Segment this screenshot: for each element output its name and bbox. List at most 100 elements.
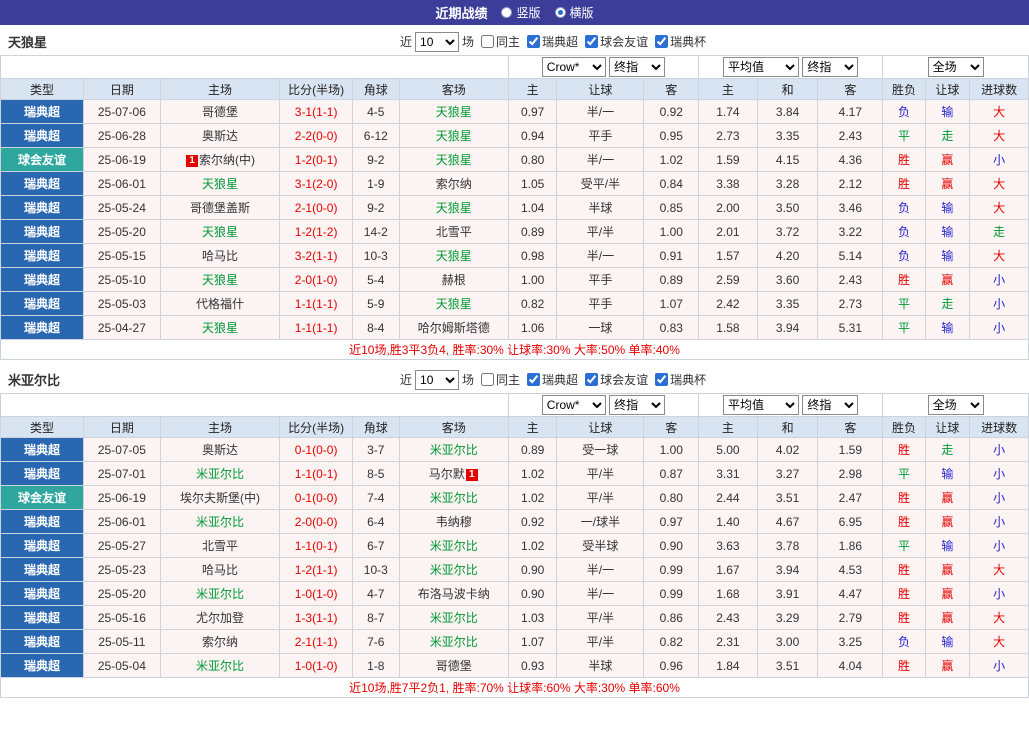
result-handicap: 赢 — [924, 557, 971, 582]
euro-home-odds: 5.00 — [698, 437, 758, 462]
result-outcome: 胜 — [882, 485, 926, 510]
radio-icon-horizontal[interactable] — [554, 7, 566, 18]
home-team: 1 索尔纳(中) — [159, 147, 281, 172]
same-venue-checkbox[interactable] — [481, 35, 495, 48]
checkbox-same-venue[interactable]: 同主 — [477, 371, 520, 388]
euro-stage-select[interactable]: 终指 — [802, 57, 859, 77]
result-outcome: 平 — [882, 123, 926, 148]
checkbox-club-friendly[interactable]: 球会友谊 — [581, 371, 648, 388]
club-friendly-checkbox[interactable] — [585, 35, 599, 48]
column-header: 日期 — [82, 78, 161, 100]
home-team: 米亚尔比 — [159, 509, 281, 534]
scope-select[interactable]: 全场 — [927, 395, 984, 415]
match-score: 1-1(1-1) — [279, 315, 354, 340]
column-header: 客场 — [398, 416, 509, 438]
euro-away-odds: 6.95 — [817, 509, 884, 534]
asia-away-odds: 0.95 — [643, 123, 700, 148]
euro-draw-odds: 4.20 — [756, 243, 819, 268]
checkbox-club-friendly[interactable]: 球会友谊 — [581, 33, 648, 50]
swedish-cup-checkbox[interactable] — [655, 373, 669, 386]
result-outcome: 负 — [882, 243, 926, 268]
checkbox-swedish-cup[interactable]: 瑞典杯 — [651, 371, 706, 388]
home-team: 米亚尔比 — [159, 581, 281, 606]
euro-away-odds: 2.73 — [817, 291, 884, 316]
column-header: 主场 — [159, 416, 281, 438]
bookmaker-select[interactable]: Crow* — [541, 57, 606, 77]
result-handicap: 输 — [924, 315, 971, 340]
checkbox-allsvenskan[interactable]: 瑞典超 — [523, 33, 578, 50]
result-goals: 小 — [969, 653, 1029, 678]
checkbox-allsvenskan[interactable]: 瑞典超 — [523, 371, 578, 388]
layout-option-vertical[interactable]: 竖版 — [501, 4, 541, 21]
team-name-text: 米亚尔比 — [196, 467, 245, 481]
euro-draw-odds: 3.60 — [756, 267, 819, 292]
away-team: 米亚尔比 — [398, 557, 509, 582]
asia-away-odds: 0.97 — [643, 509, 700, 534]
euro-away-odds: 3.22 — [817, 219, 884, 244]
match-row: 瑞典超 25-05-20 米亚尔比 1-0(1-0) 4-7 布洛马波卡纳 0.90 半/一 0… — [0, 581, 1029, 606]
layout-option-horizontal[interactable]: 横版 — [554, 4, 594, 21]
match-date: 25-06-01 — [82, 171, 161, 196]
asia-handicap: 半/一 — [556, 99, 645, 124]
column-header: 和 — [756, 416, 819, 438]
bookmaker-select[interactable]: Crow* — [541, 395, 606, 415]
match-count-select[interactable]: 10 — [415, 369, 460, 390]
euro-stage-select[interactable]: 终指 — [802, 395, 859, 415]
radio-icon-vertical[interactable] — [501, 7, 513, 18]
column-header: 让球 — [924, 78, 971, 100]
corner-count: 1-8 — [352, 653, 400, 678]
league-type: 瑞典超 — [0, 581, 84, 606]
team-name-text: 米亚尔比 — [429, 611, 478, 625]
euro-away-odds: 4.17 — [817, 99, 884, 124]
team-name-text: 天狼星 — [202, 177, 239, 191]
league-type: 瑞典超 — [0, 99, 84, 124]
checkbox-label: 瑞典超 — [542, 35, 579, 49]
euro-away-odds: 5.31 — [817, 315, 884, 340]
euro-draw-odds: 3.35 — [756, 123, 819, 148]
euro-odds-select[interactable]: 平均值 — [722, 395, 799, 415]
swedish-cup-checkbox[interactable] — [655, 35, 669, 48]
league-type: 瑞典超 — [0, 243, 84, 268]
asia-away-odds: 0.86 — [643, 605, 700, 630]
match-row: 球会友谊 25-06-19 1 索尔纳(中) 1-2(0-1) 9-2 天狼星 0.80 半/一… — [0, 147, 1029, 172]
checkbox-label: 同主 — [496, 373, 521, 387]
column-header-row: 类型 日期 主场 比分(半场) 角球 客场 主 让球 客 主 和 客 胜负 让球… — [0, 78, 1029, 100]
euro-away-odds: 2.43 — [817, 267, 884, 292]
result-outcome: 负 — [882, 219, 926, 244]
euro-away-odds: 2.47 — [817, 485, 884, 510]
same-venue-checkbox[interactable] — [481, 373, 495, 386]
euro-away-odds: 2.79 — [817, 605, 884, 630]
scope-select-cell: 全场 — [882, 55, 1029, 79]
match-score: 3-1(1-1) — [279, 99, 354, 124]
team-name: 米亚尔比 — [8, 373, 61, 388]
result-goals: 小 — [969, 315, 1029, 340]
club-friendly-checkbox[interactable] — [585, 373, 599, 386]
checkbox-same-venue[interactable]: 同主 — [477, 33, 520, 50]
league-type: 瑞典超 — [0, 605, 84, 630]
team-name-text: 埃尔夫斯堡(中) — [180, 491, 261, 505]
asia-home-odds: 0.98 — [507, 243, 558, 268]
column-header: 主 — [698, 416, 758, 438]
team-name-text: 天狼星 — [435, 249, 472, 263]
asia-away-odds: 0.87 — [643, 461, 700, 486]
euro-odds-select[interactable]: 平均值 — [722, 57, 799, 77]
match-score: 1-0(1-0) — [279, 653, 354, 678]
match-score: 1-2(1-1) — [279, 557, 354, 582]
match-count-select[interactable]: 10 — [415, 31, 460, 52]
scope-select[interactable]: 全场 — [927, 57, 984, 77]
league-type: 球会友谊 — [0, 485, 84, 510]
checkbox-swedish-cup[interactable]: 瑞典杯 — [651, 33, 706, 50]
team-name-text: 米亚尔比 — [196, 659, 245, 673]
match-row: 瑞典超 25-05-16 尤尔加登 1-3(1-1) 8-7 米亚尔比 1.03 平/半 0.8… — [0, 605, 1029, 630]
allsvenskan-checkbox[interactable] — [527, 35, 541, 48]
euro-home-odds: 2.42 — [698, 291, 758, 316]
match-row: 瑞典超 25-07-06 哥德堡 3-1(1-1) 4-5 天狼星 0.97 半/一 0.92 1… — [0, 99, 1029, 124]
bookmaker-stage-select[interactable]: 终指 — [609, 57, 666, 77]
allsvenskan-checkbox[interactable] — [527, 373, 541, 386]
match-row: 瑞典超 25-05-20 天狼星 1-2(1-2) 14-2 北雪平 0.89 平/半 1.00… — [0, 219, 1029, 244]
match-score: 2-1(0-0) — [279, 195, 354, 220]
result-goals: 小 — [969, 581, 1029, 606]
result-outcome: 胜 — [882, 605, 926, 630]
team-name-text: 尤尔加登 — [196, 611, 245, 625]
bookmaker-stage-select[interactable]: 终指 — [609, 395, 666, 415]
